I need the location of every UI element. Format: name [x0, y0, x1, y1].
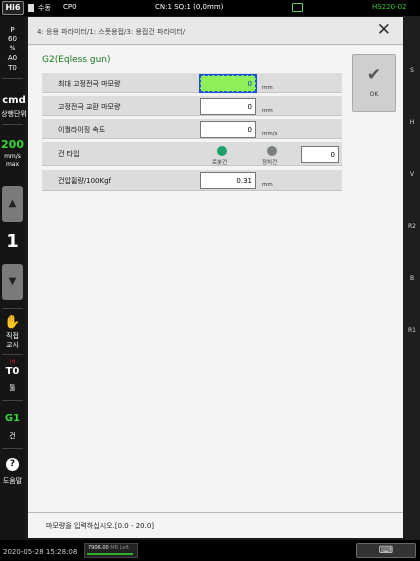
radio-label: 로봇건 [212, 160, 228, 166]
step-down-button[interactable]: ▼ [2, 264, 23, 300]
hi6-logo: Hi6 [2, 1, 24, 15]
tool-label: 툴 [9, 384, 16, 392]
system-name: HS220-02 [372, 3, 407, 11]
divider [2, 354, 23, 355]
status-bar: Hi6 수동 CP0 CN:1 SQ:1 (0,0mm) HS220-02 [0, 0, 420, 16]
hint-bar: 마모량을 입력하십시오.[0.0 - 20.0] [28, 512, 403, 538]
radio-label: 정치건 [262, 160, 278, 166]
ok-button[interactable]: ✔ OK [352, 54, 396, 112]
p-unit: % [9, 45, 16, 52]
robot-gun-radio[interactable] [217, 146, 227, 156]
mode-indicator: 수동 [38, 4, 51, 12]
memory-suffix: MB Left [110, 545, 130, 551]
triangle-down-icon: ▼ [8, 276, 17, 287]
breadcrumb: 4: 응용 파라미터/1: 스폿용접/3: 용접건 파라미터/ [37, 28, 186, 36]
tool-value[interactable]: T0 [0, 366, 25, 378]
ok-label: OK [369, 91, 379, 98]
cn-sq-indicator: CN:1 SQ:1 (0,0mm) [155, 3, 224, 11]
step-up-button[interactable]: ▲ [2, 186, 23, 222]
main-panel: 4: 응용 파라미터/1: 스폿용접/3: 용접건 파라미터/ ✕ G2(Eql… [28, 17, 403, 538]
pressure-input[interactable] [200, 172, 256, 189]
speed-value[interactable]: 200 [0, 138, 25, 151]
axis-label-r2: R2 [408, 223, 416, 230]
param-label: 건압휨량/100Kgf [58, 177, 111, 185]
keyboard-button[interactable]: ⌨ [356, 543, 416, 558]
screen-record-icon[interactable] [292, 3, 303, 12]
axis-label-v: V [409, 171, 415, 178]
param-label: 최대 고정전극 마모량 [58, 80, 121, 88]
param-label: 이퀄라이징 속도 [58, 126, 106, 134]
divider [2, 124, 23, 125]
keyboard-icon: ⌨ [378, 545, 394, 556]
divider [2, 78, 23, 79]
memory-indicator: 7906.00 MB Left [84, 543, 138, 558]
memory-value: 7906.00 [88, 545, 109, 551]
left-sidebar: P 60 % A0 T0 cmd 상행단위 200 mm/s max ▲ 1 ▼… [0, 16, 28, 540]
t-label: T0 [8, 64, 17, 72]
close-icon[interactable]: ✕ [377, 22, 391, 39]
axis-label-h: H [409, 119, 415, 126]
gun-type-input[interactable] [301, 146, 339, 163]
cp-indicator: CP0 [63, 3, 77, 11]
step-value: 1 [6, 231, 19, 252]
checkmark-icon: ✔ [366, 65, 382, 85]
divider [2, 448, 23, 449]
p-value: 60 [8, 35, 17, 43]
direct-teach-label-2: 교시 [6, 341, 19, 349]
param-row-max-wear: 최대 고정전극 마모량 mm [42, 73, 342, 93]
gun-label: 건 [9, 432, 16, 440]
axis-label-s: S [410, 67, 414, 74]
stationary-gun-radio[interactable] [267, 146, 277, 156]
divider [2, 400, 23, 401]
hint-text: 마모량을 입력하십시오.[0.0 - 20.0] [46, 522, 155, 530]
speed-unit: mm/s [4, 153, 21, 160]
param-row-exchange-wear: 고정전극 교환 마모량 mm [42, 96, 342, 116]
triangle-up-icon: ▲ [8, 198, 17, 209]
cmd-unit-label: 상행단위 [1, 110, 27, 118]
p-label: P [10, 26, 15, 34]
bottom-bar: 2020-05-28 15:28:08 7906.00 MB Left ⌨ [0, 540, 420, 561]
help-label: 도움말 [2, 477, 23, 485]
memory-bar [87, 553, 133, 555]
exchange-wear-input[interactable] [200, 98, 256, 115]
axis-label-r1: R1 [408, 327, 416, 334]
datetime: 2020-05-28 15:28:08 [3, 548, 78, 556]
battery-icon [28, 4, 34, 12]
app-window: Hi6 수동 CP0 CN:1 SQ:1 (0,0mm) HS220-02 P … [0, 0, 420, 561]
a-label: A0 [7, 54, 18, 62]
unit-label: mm [262, 108, 273, 114]
max-wear-input[interactable] [199, 74, 257, 93]
help-icon[interactable]: ? [0, 458, 25, 471]
param-label: 건 타입 [58, 150, 80, 158]
right-sidebar: S H V R2 B R1 [404, 16, 420, 540]
unit-label: mm/s [262, 131, 278, 137]
speed-max: max [5, 161, 20, 168]
param-row-pressure: 건압휨량/100Kgf mm [42, 170, 342, 191]
param-label: 고정전극 교환 마모량 [58, 103, 121, 111]
axis-label-b: B [409, 275, 415, 282]
divider [2, 308, 23, 309]
unit-label: mm [262, 85, 273, 91]
unit-label: mm [262, 182, 273, 188]
hand-icon[interactable]: ✋ [0, 316, 25, 330]
equalizing-speed-input[interactable] [200, 121, 256, 138]
param-row-equalizing-speed: 이퀄라이징 속도 mm/s [42, 119, 342, 139]
content-area: G2(Eqless gun) 최대 고정전극 마모량 mm 고정전극 교환 마모… [28, 46, 403, 538]
section-title: G2(Eqless gun) [42, 55, 111, 65]
direct-teach-label-1: 직접 [6, 332, 19, 340]
param-row-gun-type: 건 타입 로봇건 정치건 [42, 142, 342, 166]
cmd-button[interactable]: cmd [0, 95, 28, 107]
memory-text: 7906.00 MB Left [88, 545, 129, 551]
breadcrumb-bar: 4: 응용 파라미터/1: 스폿용접/3: 용접건 파라미터/ ✕ [28, 17, 403, 45]
gun-value[interactable]: G1 [0, 413, 25, 425]
